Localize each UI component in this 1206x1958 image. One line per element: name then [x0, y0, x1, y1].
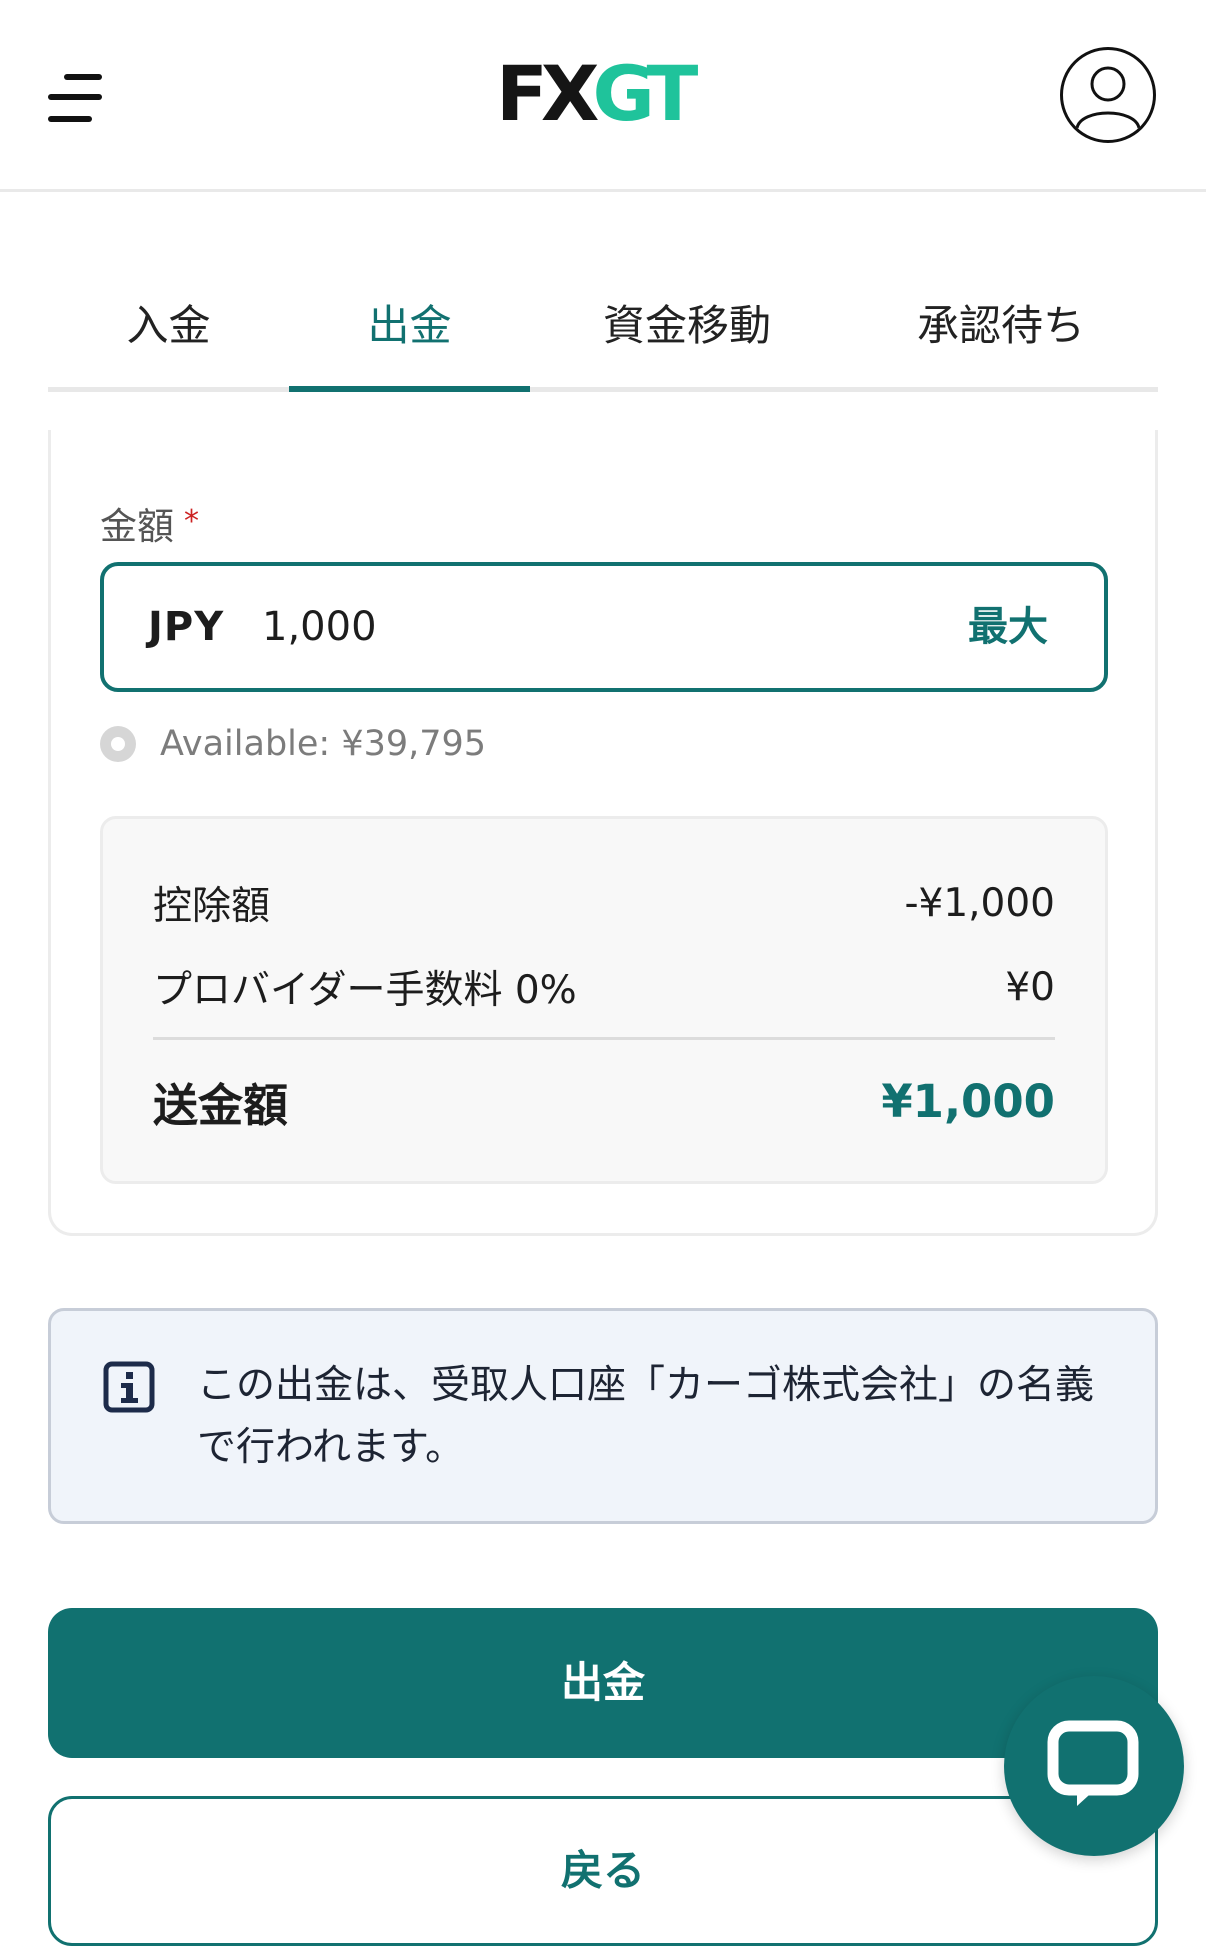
tab-deposit[interactable]: 入金 [48, 262, 289, 387]
back-button[interactable]: 戻る [48, 1796, 1158, 1946]
summary-divider [153, 1037, 1055, 1040]
tab-pending[interactable]: 承認待ち [844, 262, 1158, 387]
deduction-label: 控除額 [153, 884, 271, 929]
info-icon [103, 1361, 155, 1413]
available-balance-text: Available: ¥39,795 [160, 724, 487, 764]
total-value: ¥1,000 [881, 1075, 1055, 1128]
available-balance: Available: ¥39,795 [100, 722, 486, 766]
max-amount-button[interactable]: 最大 [968, 566, 1048, 688]
amount-value[interactable]: 1,000 [262, 566, 377, 688]
tab-transfer[interactable]: 資金移動 [530, 262, 844, 387]
amount-input[interactable]: JPY 1,000 最大 [100, 562, 1108, 692]
info-notice: この出金は、受取人口座「カーゴ株式会社」の名義で行われます。 [48, 1308, 1158, 1524]
funds-tabs: 入金 出金 資金移動 承認待ち [48, 262, 1158, 392]
summary-row-total: 送金額 ¥1,000 [153, 1069, 1055, 1134]
deduction-value: -¥1,000 [904, 880, 1055, 926]
radio-indicator-icon[interactable] [100, 726, 136, 762]
fee-value: ¥0 [1005, 964, 1055, 1010]
tab-withdraw[interactable]: 出金 [289, 262, 530, 392]
info-notice-text: この出金は、受取人口座「カーゴ株式会社」の名義で行われます。 [197, 1363, 1095, 1470]
required-mark: * [184, 504, 199, 539]
user-avatar-icon[interactable] [1060, 47, 1156, 143]
app-header: FXGT [0, 0, 1206, 192]
currency-code: JPY [148, 604, 225, 650]
summary-row-fee: プロバイダー手数料 0% ¥0 [153, 959, 1055, 1015]
fxgt-logo[interactable]: FXGT [496, 56, 698, 132]
withdraw-button[interactable]: 出金 [48, 1608, 1158, 1758]
withdraw-summary: 控除額 -¥1,000 プロバイダー手数料 0% ¥0 送金額 ¥1,000 [100, 816, 1108, 1184]
total-label: 送金額 [153, 1079, 289, 1132]
amount-label-text: 金額 [100, 505, 174, 548]
chat-bubble-icon[interactable] [1004, 1676, 1184, 1856]
amount-label: 金額 * [100, 496, 199, 550]
hamburger-menu-icon[interactable] [46, 70, 106, 126]
summary-row-deduction: 控除額 -¥1,000 [153, 875, 1055, 931]
fee-label: プロバイダー手数料 0% [153, 968, 577, 1013]
